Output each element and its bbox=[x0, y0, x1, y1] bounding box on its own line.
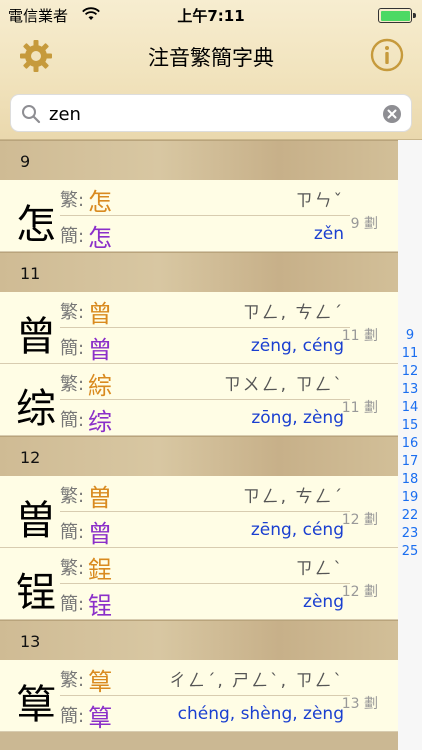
list-item[interactable]: 怎 繁: 怎 簡: 怎 ㄗㄣˇ zěn 9 劃 bbox=[0, 180, 398, 252]
traditional-character: 筸 bbox=[88, 668, 112, 696]
bopomofo-text: ㄗㄨㄥ, ㄗㄥˋ bbox=[223, 375, 344, 395]
simplified-label: 簡: bbox=[60, 522, 85, 543]
entry-character: 锃 bbox=[16, 570, 56, 616]
list-item[interactable]: 筸 繁: 筸 簡: 筸 ㄔㄥˊ, ㄕㄥˋ, ㄗㄥˋ chéng, shèng, … bbox=[0, 660, 398, 732]
index-item-17[interactable]: 17 bbox=[398, 454, 422, 469]
simplified-character: 曾 bbox=[88, 520, 112, 548]
status-bar: 電信業者 上午7:11 bbox=[0, 0, 422, 30]
pinyin-text: chéng, shèng, zèng bbox=[177, 704, 344, 724]
traditional-character: 鋥 bbox=[88, 556, 112, 584]
section-header-label: 9 bbox=[20, 152, 31, 171]
search-icon bbox=[22, 105, 41, 124]
index-item-15[interactable]: 15 bbox=[398, 418, 422, 433]
section-header: 11 bbox=[0, 252, 398, 292]
bopomofo-text: ㄗㄥˋ bbox=[295, 559, 344, 579]
entry-character: 曾 bbox=[16, 314, 56, 360]
stroke-count: 13 劃 bbox=[341, 696, 378, 712]
stroke-count: 11 劃 bbox=[341, 400, 378, 416]
top-chrome: 電信業者 上午7:11 注音繁簡字典 bbox=[0, 0, 422, 140]
traditional-label: 繁: bbox=[60, 486, 85, 507]
index-item-9[interactable]: 9 bbox=[398, 328, 422, 343]
simplified-label: 簡: bbox=[60, 226, 85, 247]
list-item[interactable]: 综 繁: 綜 簡: 综 ㄗㄨㄥ, ㄗㄥˋ zōng, zèng 11 劃 bbox=[0, 364, 398, 436]
list-item[interactable]: 锃 繁: 鋥 簡: 锃 ㄗㄥˋ zèng 12 劃 bbox=[0, 548, 398, 620]
traditional-label: 繁: bbox=[60, 670, 85, 691]
simplified-label: 簡: bbox=[60, 410, 85, 431]
index-item-13[interactable]: 13 bbox=[398, 382, 422, 397]
simplified-character: 锃 bbox=[88, 592, 112, 620]
info-icon[interactable] bbox=[370, 38, 404, 72]
index-item-14[interactable]: 14 bbox=[398, 400, 422, 415]
section-header-label: 11 bbox=[20, 264, 41, 283]
traditional-character: 怎 bbox=[88, 188, 112, 216]
simplified-label: 簡: bbox=[60, 706, 85, 727]
results-list[interactable]: 9 怎 繁: 怎 簡: 怎 ㄗㄣˇ zěn 9 劃 11 曾 繁: 曾 簡: 曾… bbox=[0, 140, 398, 750]
section-header: 9 bbox=[0, 140, 398, 180]
index-item-12[interactable]: 12 bbox=[398, 364, 422, 379]
index-item-18[interactable]: 18 bbox=[398, 472, 422, 487]
section-header-label: 12 bbox=[20, 448, 41, 467]
traditional-label: 繁: bbox=[60, 558, 85, 579]
entry-character: 怎 bbox=[16, 202, 56, 248]
clear-search-icon[interactable] bbox=[383, 105, 401, 123]
list-item[interactable]: 曽 繁: 曽 簡: 曾 ㄗㄥ, ㄘㄥˊ zēng, céng 12 劃 bbox=[0, 476, 398, 548]
simplified-label: 簡: bbox=[60, 338, 85, 359]
traditional-character: 綜 bbox=[88, 372, 112, 400]
index-item-25[interactable]: 25 bbox=[398, 544, 422, 559]
simplified-character: 综 bbox=[88, 408, 112, 436]
simplified-character: 怎 bbox=[88, 224, 112, 252]
index-item-23[interactable]: 23 bbox=[398, 526, 422, 541]
bopomofo-text: ㄗㄥ, ㄘㄥˊ bbox=[242, 303, 344, 323]
traditional-label: 繁: bbox=[60, 302, 85, 323]
section-header-label: 13 bbox=[20, 632, 41, 651]
list-item[interactable]: 曾 繁: 曾 簡: 曾 ㄗㄥ, ㄘㄥˊ zēng, céng 11 劃 bbox=[0, 292, 398, 364]
section-index-bar[interactable]: 9 11 12 13 14 15 16 17 18 19 22 23 25 bbox=[398, 140, 422, 750]
search-input[interactable] bbox=[49, 100, 369, 128]
entry-character: 筸 bbox=[16, 682, 56, 728]
bopomofo-text: ㄔㄥˊ, ㄕㄥˋ, ㄗㄥˋ bbox=[168, 671, 344, 691]
pinyin-text: zèng bbox=[303, 592, 344, 612]
pinyin-text: zēng, céng bbox=[250, 520, 344, 540]
index-item-22[interactable]: 22 bbox=[398, 508, 422, 523]
simplified-character: 曾 bbox=[88, 336, 112, 364]
search-bar[interactable] bbox=[10, 94, 412, 132]
bopomofo-text: ㄗㄥ, ㄘㄥˊ bbox=[242, 487, 344, 507]
bopomofo-text: ㄗㄣˇ bbox=[295, 191, 344, 211]
battery-icon bbox=[378, 8, 416, 23]
index-item-16[interactable]: 16 bbox=[398, 436, 422, 451]
entry-character: 曽 bbox=[16, 498, 56, 544]
stroke-count: 11 劃 bbox=[341, 328, 378, 344]
stroke-count: 12 劃 bbox=[341, 584, 378, 600]
stroke-count: 9 劃 bbox=[350, 216, 378, 232]
traditional-label: 繁: bbox=[60, 374, 85, 395]
page-title: 注音繁簡字典 bbox=[148, 46, 274, 70]
simplified-character: 筸 bbox=[88, 704, 112, 732]
pinyin-text: zēng, céng bbox=[250, 336, 344, 356]
simplified-label: 簡: bbox=[60, 594, 85, 615]
stroke-count: 12 劃 bbox=[341, 512, 378, 528]
pinyin-text: zōng, zèng bbox=[251, 408, 344, 428]
traditional-label: 繁: bbox=[60, 190, 85, 211]
status-time: 上午7:11 bbox=[177, 7, 245, 25]
entry-character: 综 bbox=[16, 386, 56, 432]
section-header: 12 bbox=[0, 436, 398, 476]
pinyin-text: zěn bbox=[313, 224, 344, 244]
index-item-19[interactable]: 19 bbox=[398, 490, 422, 505]
traditional-character: 曽 bbox=[88, 484, 112, 512]
traditional-character: 曾 bbox=[88, 300, 112, 328]
index-item-11[interactable]: 11 bbox=[398, 346, 422, 361]
section-header: 13 bbox=[0, 620, 398, 660]
